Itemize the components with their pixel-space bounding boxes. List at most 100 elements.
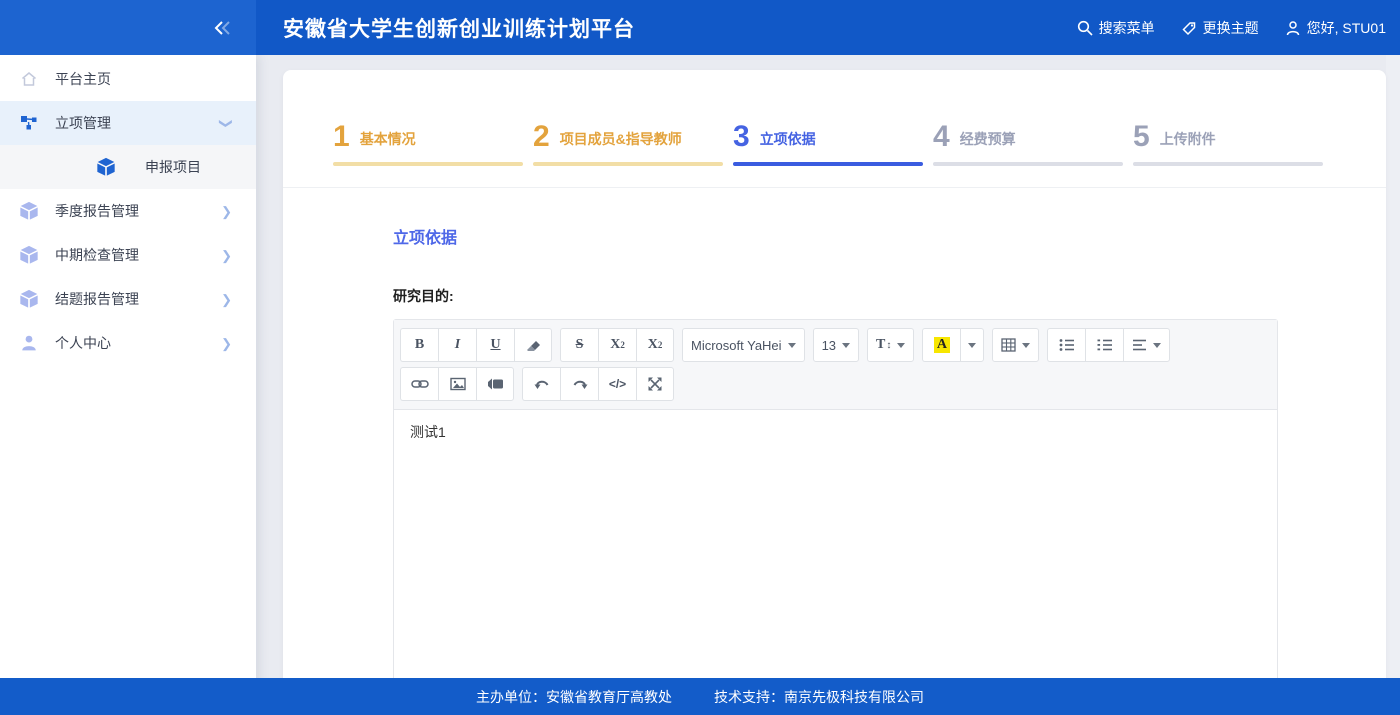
step-progress-bar — [733, 162, 923, 166]
insert-link-button[interactable] — [400, 367, 438, 401]
user-menu-button[interactable]: 您好, STU01 — [1285, 18, 1386, 38]
sidebar-item-final-report[interactable]: 结题报告管理 ❯ — [0, 277, 256, 321]
insert-table-dropdown[interactable] — [992, 328, 1039, 362]
chevron-right-icon: ❯ — [221, 249, 232, 262]
chevron-right-icon: ❯ — [221, 205, 232, 218]
sidebar-item-label: 申报项目 — [145, 157, 201, 177]
sidebar-item-quarterly-report[interactable]: 季度报告管理 ❯ — [0, 189, 256, 233]
paragraph-style-group: T ↕ — [867, 328, 914, 362]
superscript-icon: X — [610, 337, 620, 353]
step-members-teachers[interactable]: 2 项目成员&指导教师 — [533, 120, 723, 187]
chevron-down-icon: ❯ — [220, 118, 233, 129]
redo-button[interactable] — [560, 367, 598, 401]
sidebar-item-label: 个人中心 — [55, 333, 111, 353]
research-purpose-label: 研究目的: — [393, 286, 1278, 306]
search-menu-label: 搜索菜单 — [1099, 18, 1155, 38]
font-size-group: 13 — [813, 328, 859, 362]
step-number: 4 — [933, 122, 950, 152]
sidebar-item-declare-project[interactable]: 申报项目 — [0, 145, 256, 189]
user-icon — [1285, 20, 1301, 36]
step-attachments[interactable]: 5 上传附件 — [1133, 120, 1323, 187]
change-theme-button[interactable]: 更换主题 — [1181, 18, 1259, 38]
theme-brush-icon — [1181, 20, 1197, 36]
line-height-dropdown[interactable]: T ↕ — [867, 328, 914, 362]
header-main: 安徽省大学生创新创业训练计划平台 搜索菜单 — [256, 0, 1400, 55]
font-color-button[interactable]: A — [922, 328, 960, 362]
insert-video-button[interactable] — [476, 367, 514, 401]
undo-button[interactable] — [522, 367, 560, 401]
insert-image-button[interactable] — [438, 367, 476, 401]
font-family-dropdown[interactable]: Microsoft YaHei — [682, 328, 805, 362]
undo-icon — [534, 378, 550, 391]
step-label: 基本情况 — [360, 129, 416, 149]
sitemap-icon — [18, 114, 40, 132]
font-size-dropdown[interactable]: 13 — [813, 328, 859, 362]
caret-down-icon — [968, 343, 976, 348]
script-group: S X2 X2 — [560, 328, 674, 362]
step-progress-bar — [533, 162, 723, 166]
caret-down-icon — [1022, 343, 1030, 348]
updown-arrow-icon: ↕ — [886, 340, 891, 351]
sidebar-item-home[interactable]: 平台主页 — [0, 57, 256, 101]
step-label: 立项依据 — [760, 129, 816, 149]
bullet-list-icon — [1059, 338, 1075, 352]
font-color-icon: A — [934, 337, 950, 354]
step-project-basis[interactable]: 3 立项依据 — [733, 120, 923, 187]
toolbar-row-2: </> — [400, 367, 1271, 401]
italic-button[interactable]: I — [438, 328, 476, 362]
step-wizard: 1 基本情况 2 项目成员&指导教师 3 立项依据 — [283, 70, 1386, 188]
page-title: 安徽省大学生创新创业训练计划平台 — [283, 13, 635, 43]
search-menu-button[interactable]: 搜索菜单 — [1077, 18, 1155, 38]
font-size-value: 13 — [822, 338, 836, 353]
sidebar-item-label: 季度报告管理 — [55, 201, 139, 221]
collapse-sidebar-icon[interactable] — [212, 18, 234, 38]
numbered-list-icon — [1097, 338, 1113, 352]
step-label: 经费预算 — [960, 129, 1016, 149]
editor-toolbar: B I U — [394, 320, 1277, 410]
video-icon — [487, 378, 504, 390]
editor-content-area[interactable]: 测试1 — [394, 410, 1277, 695]
subscript-icon: X — [648, 337, 658, 353]
align-icon — [1132, 338, 1147, 352]
clear-format-button[interactable] — [514, 328, 552, 362]
chevron-right-icon: ❯ — [221, 337, 232, 350]
caret-down-icon — [842, 343, 850, 348]
underline-button[interactable]: U — [476, 328, 514, 362]
step-label: 上传附件 — [1160, 129, 1216, 149]
sidebar-header — [0, 0, 256, 55]
superscript-button[interactable]: X2 — [598, 328, 636, 362]
rich-text-editor: B I U — [393, 319, 1278, 696]
sidebar-item-midterm-check[interactable]: 中期检查管理 ❯ — [0, 233, 256, 277]
caret-down-icon — [897, 343, 905, 348]
toolbar-row-1: B I U — [400, 328, 1271, 362]
step-budget[interactable]: 4 经费预算 — [933, 120, 1123, 187]
step-progress-bar — [933, 162, 1123, 166]
step-basic-info[interactable]: 1 基本情况 — [333, 120, 523, 187]
sidebar-item-label: 结题报告管理 — [55, 289, 139, 309]
sidebar-item-personal-center[interactable]: 个人中心 ❯ — [0, 321, 256, 365]
ordered-list-button[interactable] — [1085, 328, 1123, 362]
home-icon — [18, 70, 40, 88]
search-icon — [1077, 20, 1093, 36]
table-icon — [1001, 338, 1016, 352]
step-progress-bar — [1133, 162, 1323, 166]
code-icon: </> — [609, 377, 626, 391]
strikethrough-button[interactable]: S — [560, 328, 598, 362]
subscript-button[interactable]: X2 — [636, 328, 674, 362]
sidebar-item-project-management[interactable]: 立项管理 ❯ — [0, 101, 256, 145]
bold-button[interactable]: B — [400, 328, 438, 362]
sidebar-item-label: 立项管理 — [55, 113, 111, 133]
paragraph-align-dropdown[interactable] — [1123, 328, 1170, 362]
fullscreen-button[interactable] — [636, 367, 674, 401]
strikethrough-icon: S — [576, 337, 584, 353]
unordered-list-button[interactable] — [1047, 328, 1085, 362]
scrollbar-track[interactable] — [1386, 55, 1400, 715]
fullscreen-icon — [648, 377, 662, 391]
caret-down-icon — [788, 343, 796, 348]
view-group: </> — [522, 367, 674, 401]
person-icon — [18, 334, 40, 352]
code-view-button[interactable]: </> — [598, 367, 636, 401]
font-color-dropdown[interactable] — [960, 328, 984, 362]
eraser-icon — [526, 338, 541, 352]
caret-down-icon — [1153, 343, 1161, 348]
